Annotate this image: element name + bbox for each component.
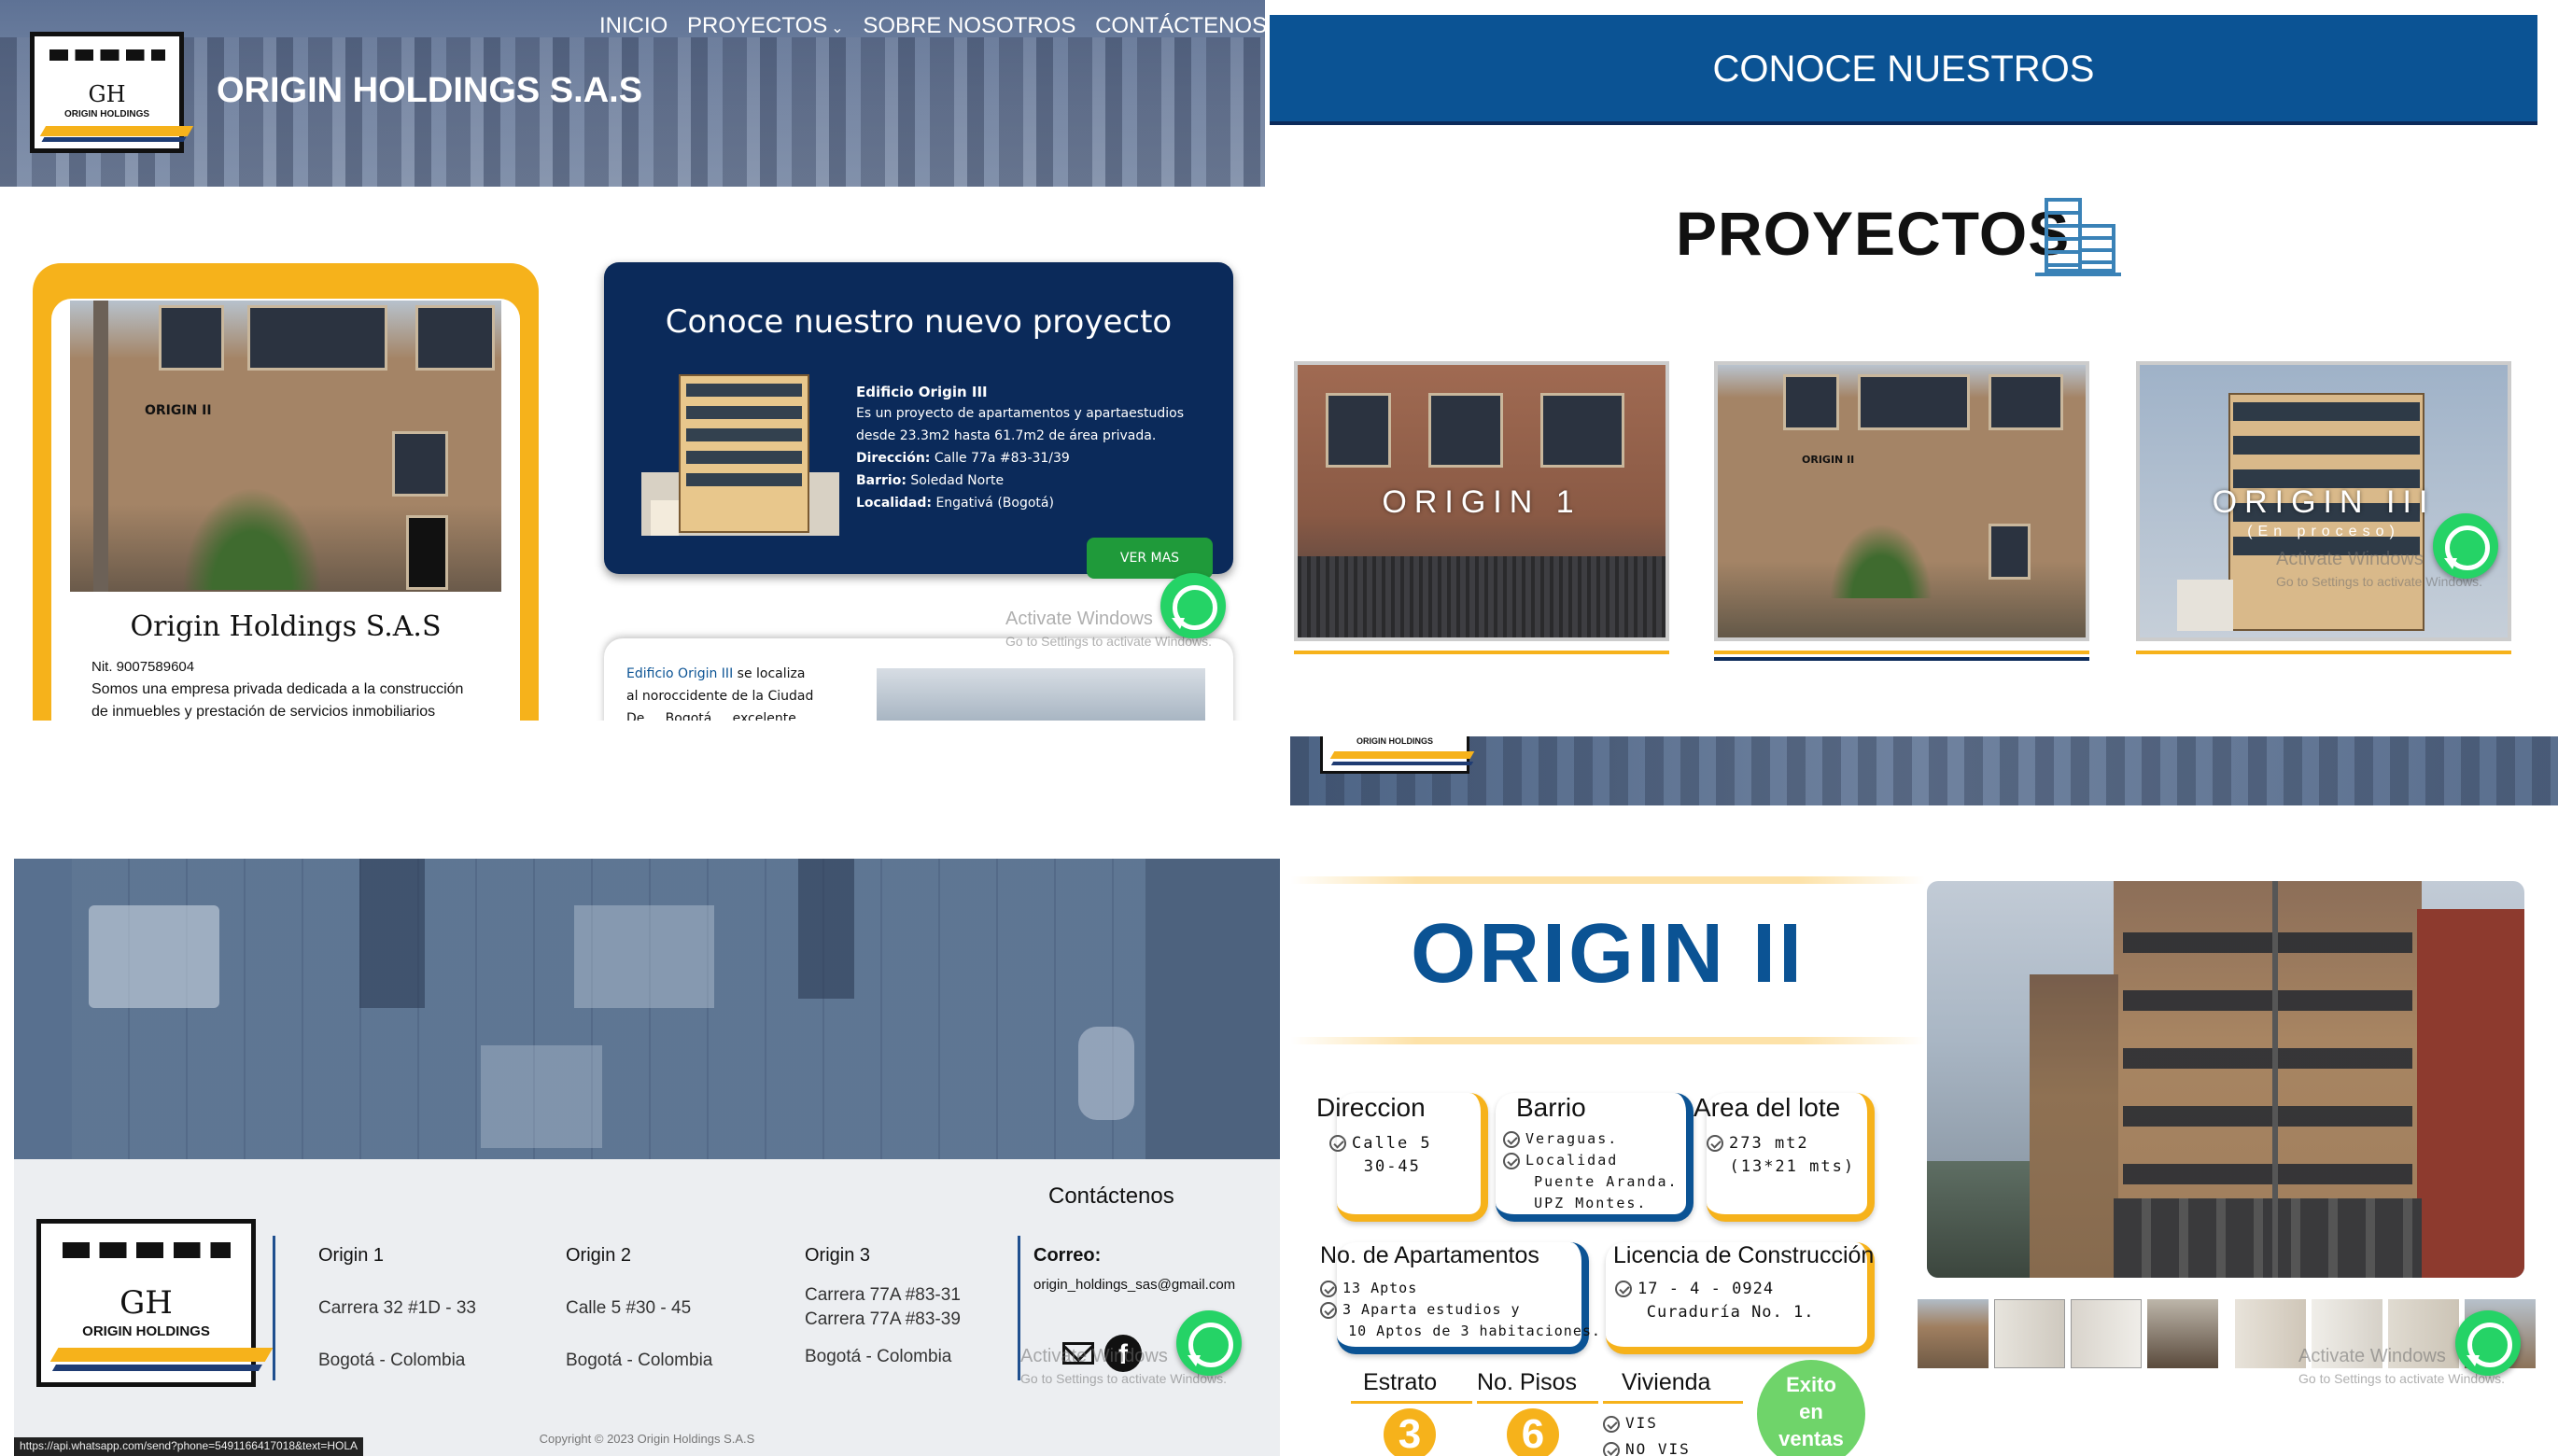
building-icon <box>2035 198 2121 276</box>
floorplan-banner <box>14 859 1280 1159</box>
thumbnail[interactable] <box>1994 1299 2065 1368</box>
thumbnail[interactable] <box>1918 1299 1989 1368</box>
pisos-block: No. Pisos 6 <box>1477 1369 1598 1456</box>
footer-col-title: Origin 2 <box>566 1245 632 1266</box>
new-project-render <box>641 370 839 536</box>
apartamentos-title: No. de Apartamentos <box>1320 1242 1539 1268</box>
barrio-label: Barrio: <box>856 473 907 488</box>
panel-home: GH ORIGIN HOLDINGS ORIGIN HOLDINGS S.A.S… <box>0 0 1265 721</box>
area-lote-card: Area del lote 273 mt2 (13*21 mts) <box>1694 1093 1875 1222</box>
nav-contactenos[interactable]: CONTÁCTENOS <box>1095 13 1265 38</box>
email-label: Correo: <box>1033 1245 1102 1266</box>
check-icon <box>1329 1135 1346 1152</box>
footer-col-origin-1: Origin 1 Carrera 32 #1D - 33 Bogotá - Co… <box>318 1245 524 1371</box>
site-title: ORIGIN HOLDINGS S.A.S <box>217 71 643 110</box>
header-logo-fragment[interactable]: ORIGIN HOLDINGS <box>1320 736 1475 774</box>
conoce-banner: CONOCE NUESTROS <box>1270 15 2537 125</box>
check-icon <box>1503 1152 1520 1169</box>
main-nav: INICIO PROYECTOS ⌄ SOBRE NOSOTROS CONTÁCT… <box>599 13 1265 39</box>
new-project-name: Edificio Origin III <box>856 384 988 400</box>
whatsapp-icon[interactable] <box>1176 1310 1242 1376</box>
whatsapp-icon[interactable] <box>2455 1310 2521 1376</box>
hero-header: GH ORIGIN HOLDINGS ORIGIN HOLDINGS S.A.S… <box>0 0 1265 187</box>
footer: GH ORIGIN HOLDINGS Contáctenos Origin 1 … <box>14 1159 1280 1456</box>
area-lote-title: Area del lote <box>1694 1093 1841 1122</box>
barrio-title: Barrio <box>1516 1093 1586 1122</box>
check-icon <box>1603 1441 1620 1456</box>
new-project-desc-2: desde 23.3m2 hasta 61.7m2 de área privad… <box>856 428 1157 443</box>
city-skyline <box>0 37 1265 187</box>
barrio-value: Soledad Norte <box>910 473 1005 488</box>
company-card-title: Origin Holdings S.A.S <box>130 610 442 643</box>
check-icon <box>1603 1415 1620 1433</box>
check-icon <box>1707 1135 1723 1152</box>
apartamentos-card: No. de Apartamentos 13 Aptos 3 Aparta est… <box>1320 1242 1600 1354</box>
exito-ventas-badge: Exito en ventas <box>1757 1360 1865 1456</box>
thumbnail[interactable] <box>2235 1299 2306 1368</box>
new-project-title: Conoce nuestro nuevo proyecto <box>665 303 1173 341</box>
whatsapp-icon[interactable] <box>1160 573 1226 638</box>
thumbnail[interactable] <box>2147 1299 2218 1368</box>
panel-origin-ii: ORIGIN HOLDINGS ORIGIN II Direccion Call… <box>1290 736 2558 1456</box>
origin-ii-main-photo[interactable] <box>1927 881 2524 1278</box>
proyectos-heading: PROYECTOS <box>1676 199 2071 268</box>
origin-iii-link[interactable]: Edificio Origin III <box>626 666 733 681</box>
whatsapp-icon[interactable] <box>2433 513 2498 579</box>
page-header-strip: ORIGIN HOLDINGS <box>1290 736 2558 805</box>
email-value[interactable]: origin_holdings_sas@gmail.com <box>1033 1277 1278 1293</box>
company-desc-2: de inmuebles y prestación de servicios i… <box>91 704 436 720</box>
conoce-banner-text: CONOCE NUESTROS <box>1712 49 2095 90</box>
direccion-card: Direccion Calle 5 30-45 <box>1316 1093 1488 1222</box>
project-card-origin-1[interactable]: ORIGIN 1 <box>1294 361 1669 641</box>
chevron-down-icon[interactable]: ⌄ <box>831 21 843 36</box>
barrio-card: Barrio Veraguas. Localidad Puente Aranda.… <box>1496 1093 1694 1222</box>
city-photo <box>877 668 1205 721</box>
licencia-card: Licencia de Construcción 17 - 4 - 0924 C… <box>1606 1242 1875 1354</box>
project-card-label: ORIGIN 1 <box>1382 484 1581 520</box>
panel-footer: GH ORIGIN HOLDINGS Contáctenos Origin 1 … <box>14 859 1280 1456</box>
company-nit: Nit. 9007589604 <box>91 659 195 675</box>
new-project-desc-1: Es un proyecto de apartamentos y apartae… <box>856 406 1185 421</box>
estrato-block: Estrato 3 <box>1351 1369 1472 1456</box>
footer-col-title: Origin 1 <box>318 1245 385 1266</box>
nav-proyectos[interactable]: PROYECTOS <box>687 13 827 38</box>
nav-inicio[interactable]: INICIO <box>599 13 668 38</box>
company-photo: ORIGIN II <box>70 301 501 592</box>
company-desc-1: Somos una empresa privada dedicada a la … <box>91 681 464 697</box>
check-icon <box>1320 1301 1337 1319</box>
direccion-title: Direccion <box>1316 1093 1426 1122</box>
project-info-card: Edificio Origin III se localiza al noroc… <box>604 638 1233 721</box>
thumbnail[interactable] <box>2071 1299 2142 1368</box>
new-project-card: Conoce nuestro nuevo proyecto Edificio O… <box>604 262 1233 579</box>
direccion-label: Dirección: <box>856 451 931 466</box>
project-card-origin-2[interactable]: ORIGIN II <box>1714 361 2089 641</box>
site-logo[interactable]: GH ORIGIN HOLDINGS <box>30 32 194 153</box>
pisos-value: 6 <box>1507 1408 1559 1456</box>
footer-col-origin-3: Origin 3 Carrera 77A #83-31 Carrera 77A … <box>805 1245 1010 1367</box>
origin-ii-title: ORIGIN II <box>1410 907 1806 1001</box>
project-card-origin-3[interactable]: ORIGIN III (En proceso) <box>2136 361 2511 641</box>
localidad-label: Localidad: <box>856 496 932 511</box>
contactenos-title: Contáctenos <box>1048 1183 1174 1209</box>
footer-logo[interactable]: GH ORIGIN HOLDINGS <box>36 1219 273 1387</box>
footer-col-origin-2: Origin 2 Calle 5 #30 - 45 Bogotá - Colom… <box>566 1245 771 1371</box>
nav-sobre-nosotros[interactable]: SOBRE NOSOTROS <box>863 13 1075 38</box>
check-icon <box>1615 1281 1632 1297</box>
status-bar-url: https://api.whatsapp.com/send?phone=5491… <box>14 1437 364 1456</box>
localidad-value: Engativá (Bogotá) <box>935 496 1054 511</box>
footer-col-title: Origin 3 <box>805 1245 871 1266</box>
licencia-title: Licencia de Construcción <box>1613 1242 1875 1268</box>
vivienda-block: Vivienda VIS NO VIS <box>1603 1369 1743 1456</box>
company-card: ORIGIN II Origin Holdings S.A.S Nit. 900… <box>33 263 539 721</box>
estrato-value: 3 <box>1384 1408 1436 1456</box>
direccion-value: Calle 77a #83-31/39 <box>934 451 1070 466</box>
check-icon <box>1320 1280 1337 1297</box>
panel-proyectos: CONOCE NUESTROS PROYECTOS ORIGIN 1 ORIGI… <box>1268 0 2558 665</box>
check-icon <box>1503 1130 1520 1148</box>
